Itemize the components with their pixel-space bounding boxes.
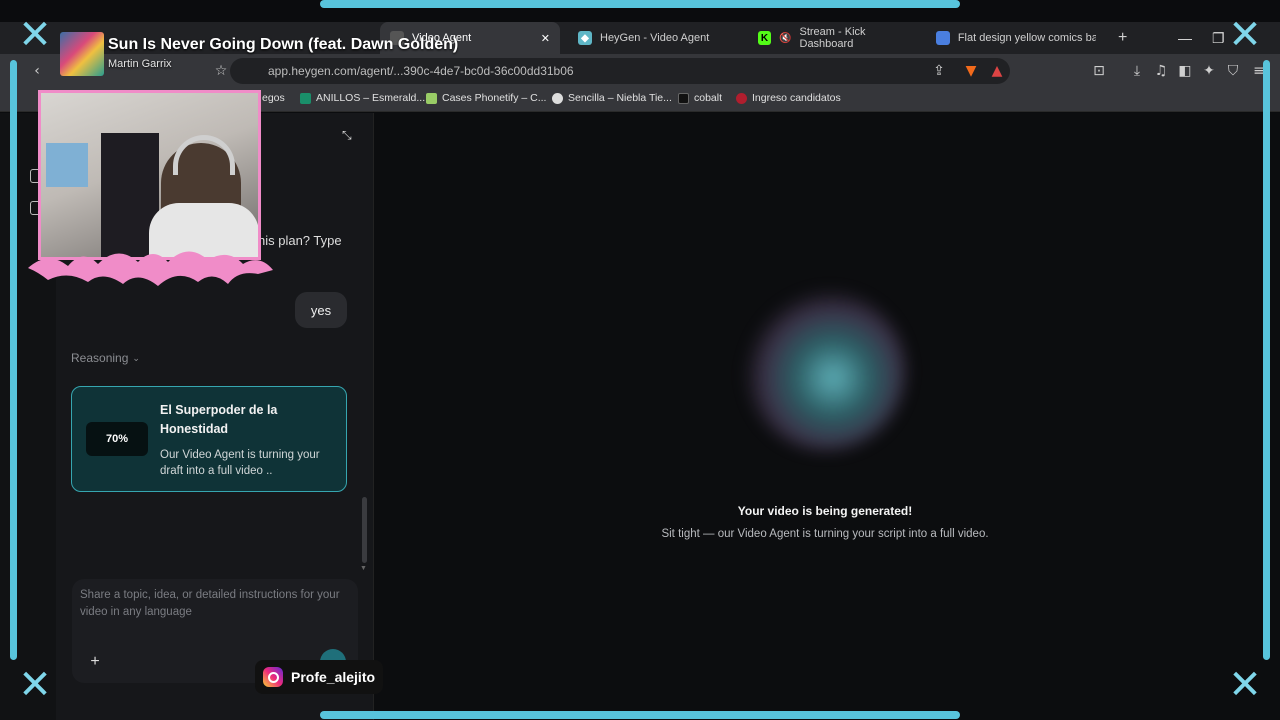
webcam-overlay: [38, 90, 261, 260]
bookmark-item[interactable]: Ingreso candidatos: [736, 92, 841, 104]
user-message-bubble: yes: [295, 292, 347, 328]
progress-badge: 70%: [86, 422, 148, 456]
close-tab-icon[interactable]: ✕: [541, 32, 550, 45]
tab-label: HeyGen - Video Agent: [600, 32, 710, 44]
new-tab-button[interactable]: +: [1108, 22, 1132, 54]
instagram-handle: Profe_alejito: [291, 669, 376, 685]
video-progress-card[interactable]: 70% El Superpoder de la Honestidad Our V…: [71, 386, 347, 492]
bookmark-item[interactable]: cobalt: [678, 92, 722, 104]
bookmark-favicon-icon: [552, 92, 563, 104]
tab-label: Flat design yellow comics backg: [957, 32, 1096, 44]
video-title: El Superpoder de la Honestidad: [160, 403, 278, 436]
chat-scrollbar[interactable]: [362, 497, 367, 563]
frame-bottom-bar: [320, 711, 960, 719]
brave-shield-icon[interactable]: ▼: [962, 62, 980, 80]
collapse-icon[interactable]: ⤡: [342, 128, 352, 143]
bookmark-item[interactable]: ANILLOS – Esmerald...: [300, 92, 425, 104]
muted-icon[interactable]: 🔇: [779, 33, 791, 44]
minimize-window-icon[interactable]: —: [1178, 22, 1192, 54]
generation-title: Your video is being generated!: [737, 504, 913, 518]
prompt-input[interactable]: [80, 587, 348, 631]
heygen-favicon-icon: ◆: [578, 31, 592, 45]
frame-left-bar: [10, 60, 17, 660]
frame-corner-icon: ✕: [1228, 662, 1262, 708]
screenshot-icon[interactable]: ⊡: [1090, 62, 1108, 80]
bookmark-item[interactable]: Cases Phonetify – C...: [426, 92, 546, 104]
navigation-bar: ‹ ☆ app.heygen.com/agent/...390c-4de7-bc…: [0, 54, 1280, 88]
screen: Video Agent ✕ ◆ HeyGen - Video Agent K 🔇…: [0, 0, 1280, 720]
share-icon[interactable]: ⇪: [930, 62, 948, 80]
address-bar[interactable]: app.heygen.com/agent/...390c-4de7-bc0d-3…: [230, 58, 1010, 84]
headset: [173, 135, 235, 175]
webcam-decoration: [28, 251, 273, 286]
tab-flat-design[interactable]: Flat design yellow comics backg: [926, 22, 1106, 54]
song-title: Sun Is Never Going Down (feat. Dawn Gold…: [108, 36, 459, 53]
bookmark-item[interactable]: Sencilla – Niebla Tie...: [552, 92, 672, 104]
bookmark-favicon-icon: [426, 92, 437, 104]
bookmark-item[interactable]: egos: [262, 92, 285, 104]
docs-favicon-icon: [936, 31, 950, 45]
music-icon[interactable]: ♫: [1152, 62, 1170, 80]
scroll-down-icon[interactable]: ▼: [360, 565, 367, 572]
add-attachment-button[interactable]: +: [84, 651, 106, 673]
wall-poster: [46, 143, 88, 187]
bookmark-star-icon[interactable]: ☆: [212, 62, 230, 80]
frame-corner-icon: ✕: [18, 12, 52, 58]
instagram-icon: [263, 667, 283, 687]
frame-right-bar: [1263, 60, 1270, 660]
frame-corner-icon: ✕: [18, 662, 52, 708]
video-status-text: Our Video Agent is turning your draft in…: [160, 449, 320, 477]
sidebar-icon[interactable]: ◧: [1176, 62, 1194, 80]
tab-kick[interactable]: K 🔇 Stream - Kick Dashboard: [748, 22, 924, 54]
loading-orb: [745, 290, 905, 450]
download-icon[interactable]: ⤓: [1128, 62, 1146, 80]
reasoning-toggle[interactable]: Reasoning ⌄: [71, 351, 140, 365]
brave-rewards-icon[interactable]: ▲: [988, 62, 1006, 80]
bookmark-favicon-icon: [678, 92, 689, 104]
tab-label: Stream - Kick Dashboard: [799, 26, 866, 50]
generation-subtitle: Sit tight — our Video Agent is turning y…: [661, 528, 989, 540]
frame-top-bar: [320, 0, 960, 8]
url-text: app.heygen.com/agent/...390c-4de7-bc0d-3…: [268, 64, 574, 78]
instagram-handle-overlay: Profe_alejito: [255, 660, 384, 694]
bookmark-favicon-icon: [300, 92, 311, 104]
bookmark-favicon-icon: [736, 92, 747, 104]
chevron-down-icon: ⌄: [132, 352, 140, 363]
song-artist: Martin Garrix: [108, 58, 172, 70]
frame-corner-icon: ✕: [1228, 12, 1262, 58]
tab-heygen[interactable]: ◆ HeyGen - Video Agent: [568, 22, 744, 54]
kick-favicon-icon: K: [758, 31, 772, 45]
